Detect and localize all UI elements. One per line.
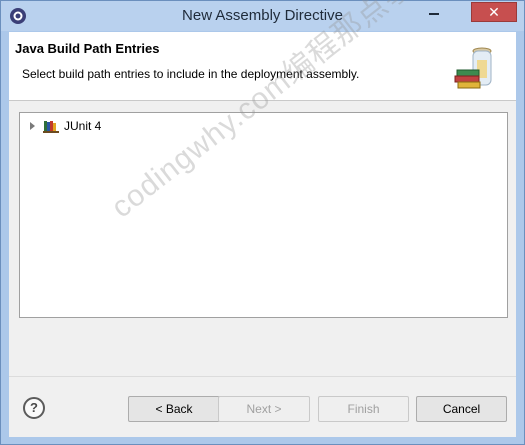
build-path-entries-tree[interactable]: JUnit 4 [19,112,508,318]
library-jar-icon [454,47,492,89]
title-bar[interactable]: New Assembly Directive ✕ [1,1,524,31]
back-button[interactable]: < Back [128,396,220,422]
close-button[interactable]: ✕ [471,2,517,22]
banner-title: Java Build Path Entries [15,41,160,56]
tree-item-label: JUnit 4 [64,119,102,133]
footer-divider [9,376,516,377]
banner-description: Select build path entries to include in … [22,67,360,81]
dialog-window: New Assembly Directive ✕ Java Build Path… [0,0,525,445]
expand-triangle-icon[interactable] [30,122,35,130]
library-icon [43,121,59,133]
window-title: New Assembly Directive [182,7,343,24]
wizard-banner: Java Build Path Entries Select build pat… [9,32,516,101]
tree-item-junit[interactable]: JUnit 4 [28,118,101,134]
cancel-button[interactable]: Cancel [416,396,507,422]
finish-button[interactable]: Finish [318,396,409,422]
next-button[interactable]: Next > [218,396,310,422]
dialog-client-area: Java Build Path Entries Select build pat… [9,0,516,437]
help-icon[interactable]: ? [23,397,45,419]
minimize-icon[interactable] [425,7,443,19]
